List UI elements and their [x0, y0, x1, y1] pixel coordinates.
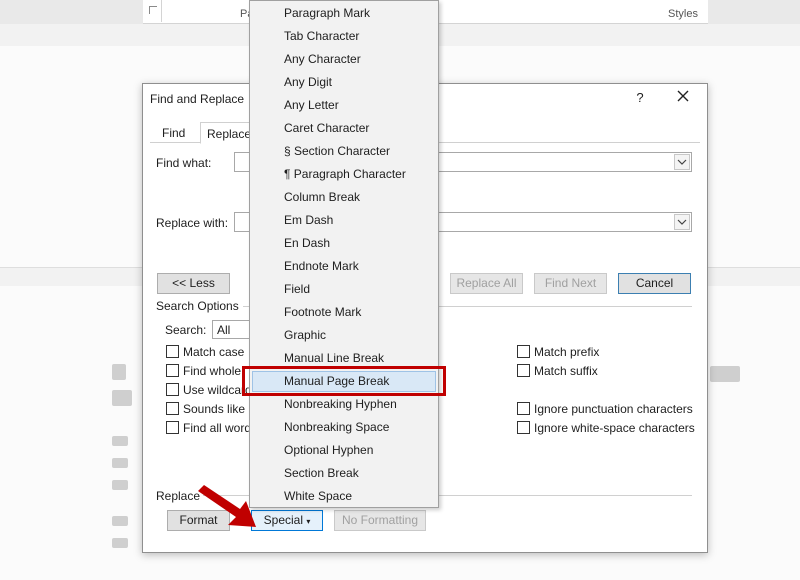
find-next-button[interactable]: Find Next	[534, 273, 607, 294]
menu-item-column-break[interactable]: Column Break	[252, 187, 436, 208]
menu-item-em-dash[interactable]: Em Dash	[252, 210, 436, 231]
special-menu: Paragraph Mark Tab Character Any Character…	[249, 0, 439, 508]
find-whole-words-checkbox[interactable]	[166, 364, 179, 377]
dialog-launcher-icon[interactable]	[149, 6, 157, 14]
document-text-fragment	[112, 436, 128, 446]
document-text-fragment	[112, 516, 128, 526]
menu-item-field[interactable]: Field	[252, 279, 436, 300]
document-text-fragment	[112, 480, 128, 490]
cancel-button[interactable]: Cancel	[618, 273, 691, 294]
document-text-fragment	[112, 538, 128, 548]
menu-item-endnote-mark[interactable]: Endnote Mark	[252, 256, 436, 277]
document-text-fragment	[112, 458, 128, 468]
document-text-fragment	[710, 366, 740, 382]
close-icon[interactable]	[675, 88, 691, 104]
no-formatting-button[interactable]: No Formatting	[334, 510, 426, 531]
menu-item-nonbreaking-hyphen[interactable]: Nonbreaking Hyphen	[252, 394, 436, 415]
tab-find[interactable]: Find	[156, 122, 191, 144]
menu-item-any-character[interactable]: Any Character	[252, 49, 436, 70]
match-suffix-label: Match suffix	[534, 364, 598, 378]
menu-item-any-letter[interactable]: Any Letter	[252, 95, 436, 116]
chevron-down-icon[interactable]	[674, 154, 690, 170]
ignore-punctuation-label: Ignore punctuation characters	[534, 402, 693, 416]
match-prefix-checkbox[interactable]	[517, 345, 530, 358]
match-suffix-checkbox[interactable]	[517, 364, 530, 377]
match-case-checkbox[interactable]	[166, 345, 179, 358]
menu-item-paragraph-mark[interactable]: Paragraph Mark	[252, 3, 436, 24]
sounds-like-checkbox[interactable]	[166, 402, 179, 415]
menu-item-white-space[interactable]: White Space	[252, 486, 436, 507]
document-text-fragment	[112, 364, 126, 380]
use-wildcards-checkbox[interactable]	[166, 383, 179, 396]
menu-item-section-break[interactable]: Section Break	[252, 463, 436, 484]
find-all-word-forms-checkbox[interactable]	[166, 421, 179, 434]
sounds-like-label: Sounds like (	[183, 402, 253, 416]
ignore-whitespace-label: Ignore white-space characters	[534, 421, 695, 435]
menu-item-any-digit[interactable]: Any Digit	[252, 72, 436, 93]
match-prefix-label: Match prefix	[534, 345, 600, 359]
match-case-label: Match case	[183, 345, 245, 359]
caret-down-icon: ▾	[306, 517, 311, 526]
search-direction-select[interactable]: All	[212, 320, 252, 339]
menu-item-nonbreaking-space[interactable]: Nonbreaking Space	[252, 417, 436, 438]
replace-all-button[interactable]: Replace All	[450, 273, 523, 294]
menu-item-footnote-mark[interactable]: Footnote Mark	[252, 302, 436, 323]
less-button[interactable]: << Less	[157, 273, 230, 294]
ribbon-separator	[161, 0, 162, 22]
dialog-title: Find and Replace	[150, 92, 245, 106]
document-text-fragment	[112, 390, 132, 406]
menu-item-paragraph-character[interactable]: ¶ Paragraph Character	[252, 164, 436, 185]
ignore-whitespace-checkbox[interactable]	[517, 421, 530, 434]
ignore-punctuation-checkbox[interactable]	[517, 402, 530, 415]
menu-item-en-dash[interactable]: En Dash	[252, 233, 436, 254]
find-whole-words-label: Find whole	[183, 364, 242, 378]
search-label: Search:	[165, 323, 207, 337]
menu-item-optional-hyphen[interactable]: Optional Hyphen	[252, 440, 436, 461]
search-options-label: Search Options	[156, 299, 239, 313]
find-all-word-forms-label: Find all word	[183, 421, 252, 435]
highlight-annotation-box	[242, 366, 446, 396]
menu-item-caret-character[interactable]: Caret Character	[252, 118, 436, 139]
styles-group-label: Styles	[668, 8, 698, 20]
red-arrow-icon	[198, 485, 256, 527]
menu-item-graphic[interactable]: Graphic	[252, 325, 436, 346]
chevron-down-icon[interactable]	[674, 214, 690, 230]
menu-item-section-character[interactable]: § Section Character	[252, 141, 436, 162]
help-button[interactable]: ?	[633, 90, 647, 105]
menu-item-tab-character[interactable]: Tab Character	[252, 26, 436, 47]
replace-with-label: Replace with:	[156, 216, 229, 230]
find-what-label: Find what:	[156, 156, 212, 170]
